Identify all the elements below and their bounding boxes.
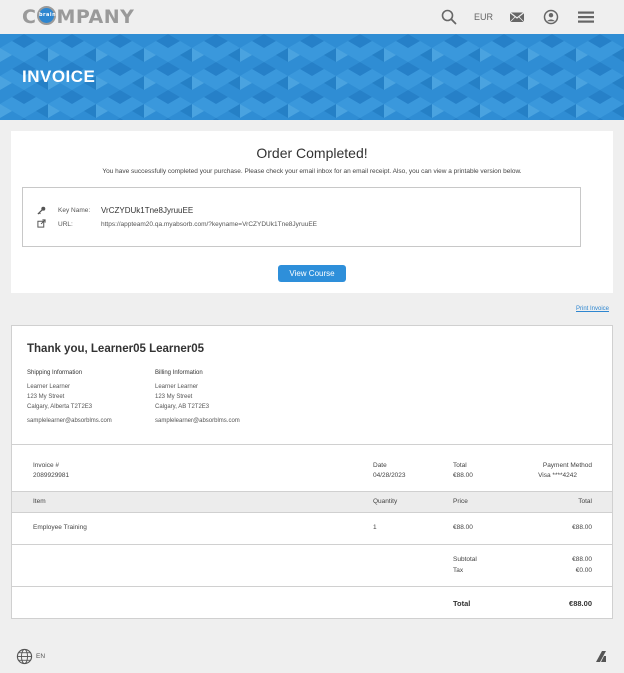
grand-total-value: €88.00 xyxy=(569,599,592,608)
hamburger-menu-icon[interactable] xyxy=(577,8,595,26)
key-name-value: VrCZYDUk1Tne8JyruuEE xyxy=(101,206,194,215)
billing-email: samplelearner@absorblms.com xyxy=(155,418,240,424)
url-value[interactable]: https://appteam20.qa.myabsorb.com/?keyna… xyxy=(101,221,317,228)
order-completed-message: You have successfully completed your pur… xyxy=(102,168,522,175)
subtotal-value: €88.00 xyxy=(572,556,592,563)
shipping-name: Learner Learner xyxy=(27,384,71,390)
mail-icon[interactable] xyxy=(508,8,526,26)
invoice-number-value: 2089929981 xyxy=(33,472,70,479)
company-logo[interactable]: CbrainMPANY xyxy=(22,6,134,28)
divider xyxy=(12,444,612,445)
logo-text: CbrainMPANY xyxy=(22,6,135,28)
course-key-box: Key Name: VrCZYDUk1Tne8JyruuEE URL: http… xyxy=(22,187,581,247)
key-icon xyxy=(37,206,46,215)
item-total: €88.00 xyxy=(572,524,592,531)
shipping-street: 123 My Street xyxy=(27,394,65,400)
shipping-info-heading: Shipping Information xyxy=(27,370,83,376)
currency-selector[interactable]: EUR xyxy=(474,12,493,22)
column-item: Item xyxy=(33,498,46,505)
order-completed-heading: Order Completed! xyxy=(256,145,368,161)
items-table-header: Item Quantity Price Total xyxy=(12,491,612,513)
column-quantity: Quantity xyxy=(373,498,398,505)
payment-method-label: Payment Method xyxy=(542,462,592,469)
billing-name: Learner Learner xyxy=(155,384,199,390)
thank-you-heading: Thank you, Learner05 Learner05 xyxy=(27,343,205,355)
print-invoice-link[interactable]: Print Invoice xyxy=(576,306,609,312)
search-icon[interactable] xyxy=(440,8,458,26)
user-profile-icon[interactable] xyxy=(542,8,560,26)
tax-value: €0.00 xyxy=(575,567,592,574)
external-link-icon xyxy=(37,219,46,228)
page-title: INVOICE xyxy=(22,67,96,86)
order-completed-card: Order Completed! You have successfully c… xyxy=(11,131,613,293)
language-selector[interactable]: EN xyxy=(36,653,45,660)
divider xyxy=(12,586,612,587)
tax-label: Tax xyxy=(453,567,464,574)
key-name-label: Key Name: xyxy=(58,207,91,214)
date-value: 04/28/2023 xyxy=(373,472,406,479)
shipping-email: samplelearner@absorblms.com xyxy=(27,418,112,424)
item-price: €88.00 xyxy=(453,524,473,531)
url-label: URL: xyxy=(58,221,73,228)
grand-total-label: Total xyxy=(453,599,471,608)
invoice-card: Thank you, Learner05 Learner05 Shipping … xyxy=(11,325,613,619)
item-quantity: 1 xyxy=(373,524,377,531)
invoice-number-label: Invoice # xyxy=(33,462,60,469)
shipping-city: Calgary, Alberta T2T2E3 xyxy=(27,404,93,410)
date-label: Date xyxy=(373,462,387,469)
view-course-button[interactable]: View Course xyxy=(278,265,346,282)
globe-icon[interactable] xyxy=(16,648,33,665)
column-price: Price xyxy=(453,498,468,505)
absorb-logo-icon xyxy=(596,651,606,662)
invoice-banner: INVOICE xyxy=(0,34,624,120)
column-total: Total xyxy=(578,498,592,505)
subtotal-label: Subtotal xyxy=(453,556,477,563)
billing-street: 123 My Street xyxy=(155,394,193,400)
billing-city: Calgary, AB T2T2E3 xyxy=(155,404,210,410)
logo-brain-badge: brain xyxy=(36,6,56,25)
top-navigation-bar: CbrainMPANY EUR xyxy=(0,0,624,34)
item-name: Employee Training xyxy=(33,524,87,531)
divider xyxy=(12,544,612,545)
payment-method-value: Visa ****4242 xyxy=(538,472,577,479)
billing-info-heading: Billing Information xyxy=(155,370,203,376)
summary-total-label: Total xyxy=(453,462,467,469)
summary-total-value: €88.00 xyxy=(453,472,473,479)
